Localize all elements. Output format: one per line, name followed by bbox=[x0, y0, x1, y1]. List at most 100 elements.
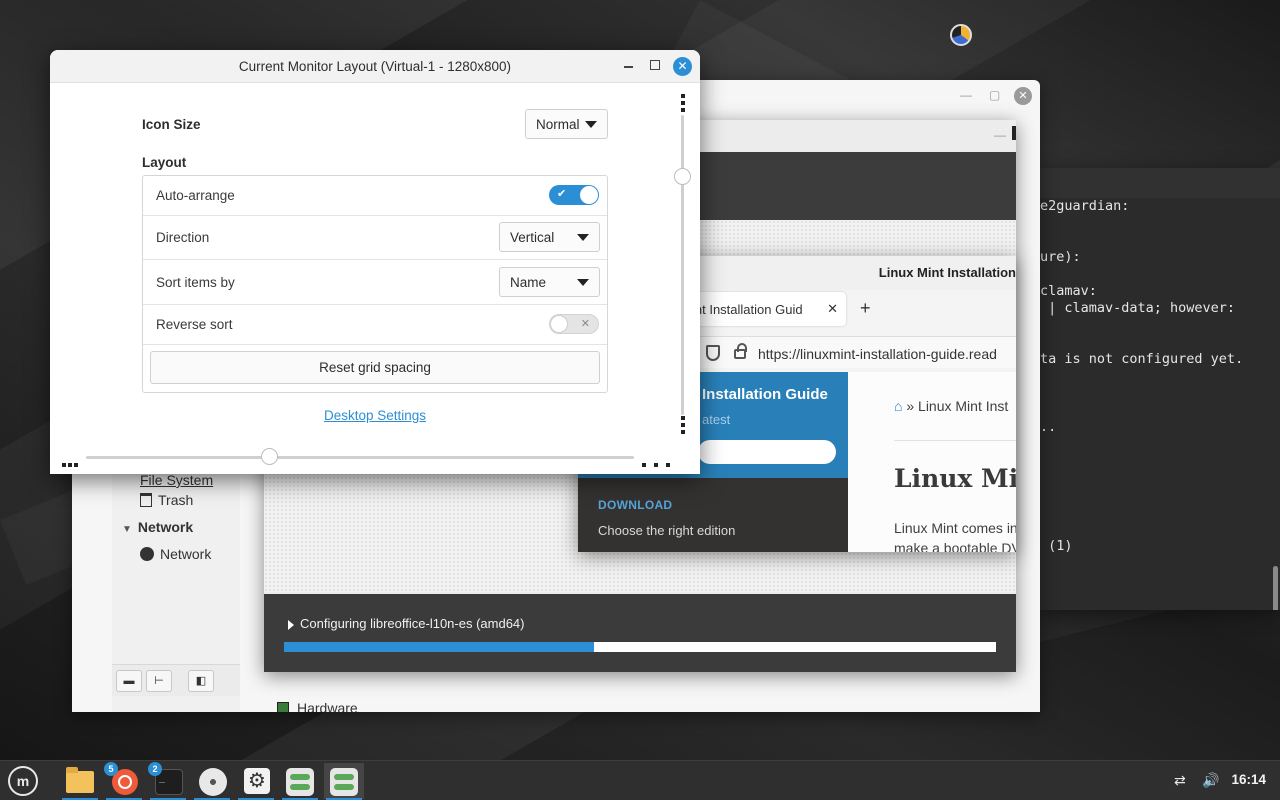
check-icon: ✔ bbox=[557, 188, 567, 200]
hardware-icon bbox=[277, 702, 289, 712]
page-paragraph: make a bootable DV bbox=[894, 540, 1016, 552]
taskbar-desktop-settings[interactable] bbox=[324, 763, 364, 800]
taskbar-settings[interactable]: ⚙ bbox=[236, 763, 276, 800]
browser-url[interactable]: https://linuxmint-installation-guide.rea… bbox=[758, 346, 997, 362]
docs-search-input[interactable] bbox=[698, 440, 836, 464]
gear-icon: ⚙ bbox=[244, 768, 270, 794]
toggle-sidebar-button[interactable]: ◧ bbox=[188, 670, 214, 692]
installer-status-text: Configuring libreoffice-l10n-es (amd64) bbox=[300, 616, 525, 631]
horizontal-slider-track[interactable] bbox=[86, 456, 634, 459]
window-count-badge: 2 bbox=[148, 762, 162, 776]
minimize-icon[interactable] bbox=[624, 66, 633, 68]
docs-section-download: DOWNLOAD bbox=[598, 498, 673, 512]
desktop-settings-link[interactable]: Desktop Settings bbox=[50, 408, 700, 423]
disc-icon bbox=[199, 768, 227, 796]
taskbar-preferences[interactable] bbox=[280, 763, 320, 800]
docs-title[interactable]: Installation Guide bbox=[702, 386, 828, 403]
globe-icon bbox=[140, 547, 154, 561]
close-icon[interactable]: ✕ bbox=[1254, 174, 1272, 192]
taskbar-software-manager[interactable]: 5 bbox=[104, 762, 144, 800]
tree-view-button[interactable]: ⊢ bbox=[146, 670, 172, 692]
chevron-down-icon bbox=[577, 234, 589, 241]
taskbar-files[interactable] bbox=[60, 763, 100, 800]
hardware-label: Hardware bbox=[297, 700, 358, 712]
vertical-slider-track[interactable] bbox=[681, 115, 684, 415]
taskbar-terminal[interactable]: 2 _ bbox=[148, 762, 188, 800]
maximize-icon[interactable]: ▢ bbox=[989, 88, 1000, 102]
sort-dropdown[interactable]: Name bbox=[499, 267, 600, 297]
chevron-down-icon bbox=[585, 121, 597, 128]
breadcrumb-text: » Linux Mint Inst bbox=[906, 398, 1009, 414]
horizontal-more-icon[interactable] bbox=[642, 455, 672, 467]
direction-dropdown[interactable]: Vertical bbox=[499, 222, 600, 252]
preferences-icon bbox=[286, 768, 314, 796]
minimize-icon[interactable]: — bbox=[994, 128, 1006, 142]
vertical-slider-handle[interactable] bbox=[674, 168, 691, 185]
vertical-more-icon[interactable] bbox=[681, 94, 685, 115]
reverse-sort-label: Reverse sort bbox=[156, 317, 233, 332]
docs-content: ⌂ » Linux Mint Inst Linux Min Linux Mint… bbox=[848, 372, 1016, 552]
mint-menu-icon[interactable]: m bbox=[8, 766, 38, 796]
clock[interactable]: 16:14 bbox=[1231, 772, 1266, 787]
auto-arrange-switch[interactable]: ✔ bbox=[549, 185, 599, 205]
terminal-output: e2guardian: ure): clamav: | clamav-data;… bbox=[1040, 198, 1244, 554]
monitor-layout-dialog[interactable]: Current Monitor Layout (Virtual-1 - 1280… bbox=[50, 50, 700, 474]
switch-knob bbox=[580, 186, 598, 204]
terminal-window[interactable]: — ▢ ✕ e2guardian: ure): clamav: | clamav… bbox=[1040, 168, 1280, 610]
new-tab-icon[interactable]: + bbox=[860, 298, 871, 319]
network-icon[interactable]: ⇄ bbox=[1174, 772, 1186, 789]
sidebar-item-label: Network bbox=[160, 546, 212, 562]
sidebar-section-network[interactable]: ▼ Network bbox=[122, 519, 193, 535]
docs-version: atest bbox=[702, 412, 731, 427]
icon-size-dropdown[interactable]: Normal bbox=[525, 109, 608, 139]
reset-grid-spacing-button[interactable]: Reset grid spacing bbox=[150, 351, 600, 384]
dialog-title: Current Monitor Layout (Virtual-1 - 1280… bbox=[238, 59, 512, 74]
expand-triangle-icon[interactable] bbox=[288, 620, 294, 630]
taskbar-disc[interactable] bbox=[192, 763, 232, 800]
home-icon[interactable]: ⌂ bbox=[894, 398, 902, 414]
browser-tab-title: int Installation Guid bbox=[692, 302, 803, 317]
sidebar-item-network[interactable]: Network bbox=[140, 546, 211, 562]
browser-url-bar[interactable]: https://linuxmint-installation-guide.rea… bbox=[698, 336, 1016, 368]
volume-icon[interactable]: 🔊 bbox=[1202, 772, 1219, 789]
reverse-sort-row: Reverse sort ✕ bbox=[143, 305, 607, 345]
desktop-user-avatar-icon[interactable] bbox=[950, 24, 972, 46]
folder-icon bbox=[66, 767, 94, 793]
sidebar-item-file-system[interactable]: File System bbox=[140, 472, 213, 488]
installer-progress-bar bbox=[284, 642, 996, 652]
installer-status-area: Configuring libreoffice-l10n-es (amd64) bbox=[264, 594, 1016, 672]
docs-link-choose-edition[interactable]: Choose the right edition bbox=[598, 523, 735, 538]
shield-icon[interactable] bbox=[706, 345, 720, 361]
dialog-titlebar[interactable]: Current Monitor Layout (Virtual-1 - 1280… bbox=[50, 50, 700, 83]
icon-size-value: Normal bbox=[536, 117, 580, 132]
vertical-less-icon[interactable] bbox=[681, 416, 685, 437]
maximize-icon[interactable] bbox=[650, 60, 660, 70]
divider bbox=[894, 440, 1016, 441]
installer-progress-fill bbox=[284, 642, 594, 652]
reverse-sort-switch[interactable]: ✕ bbox=[549, 314, 599, 334]
places-view-button[interactable]: ▬ bbox=[116, 670, 142, 692]
minimize-icon[interactable]: — bbox=[960, 88, 972, 102]
horizontal-slider-handle[interactable] bbox=[261, 448, 278, 465]
maximize-icon[interactable]: ▢ bbox=[1230, 176, 1241, 190]
close-tab-icon[interactable]: ✕ bbox=[827, 301, 838, 317]
trash-icon bbox=[140, 493, 152, 507]
close-icon[interactable]: ✕ bbox=[1014, 87, 1032, 105]
icon-size-label: Icon Size bbox=[142, 117, 201, 132]
hardware-section[interactable]: Hardware bbox=[277, 700, 358, 712]
layout-settings-group: Auto-arrange ✔ Direction Vertical Sort i… bbox=[142, 175, 608, 393]
close-icon[interactable]: ✕ bbox=[673, 57, 692, 76]
direction-value: Vertical bbox=[510, 230, 555, 245]
cross-icon: ✕ bbox=[580, 318, 590, 330]
switch-knob bbox=[550, 315, 568, 333]
file-manager-bottom-bar: ▬ ⊢ ◧ bbox=[112, 664, 240, 696]
lock-icon[interactable] bbox=[734, 343, 747, 359]
horizontal-less-icon[interactable] bbox=[62, 455, 80, 467]
close-icon[interactable]: ✕ bbox=[1012, 126, 1016, 140]
terminal-scrollbar[interactable] bbox=[1273, 566, 1278, 610]
minimize-icon[interactable]: — bbox=[1202, 176, 1214, 190]
browser-tab[interactable]: int Installation Guid ✕ bbox=[682, 292, 846, 326]
browser-window-title: Linux Mint Installation bbox=[878, 265, 1016, 280]
sidebar-item-trash[interactable]: Trash bbox=[140, 492, 193, 508]
taskbar: m 5 2 _ ⚙ ⇄ 🔊 16:14 bbox=[0, 760, 1280, 800]
